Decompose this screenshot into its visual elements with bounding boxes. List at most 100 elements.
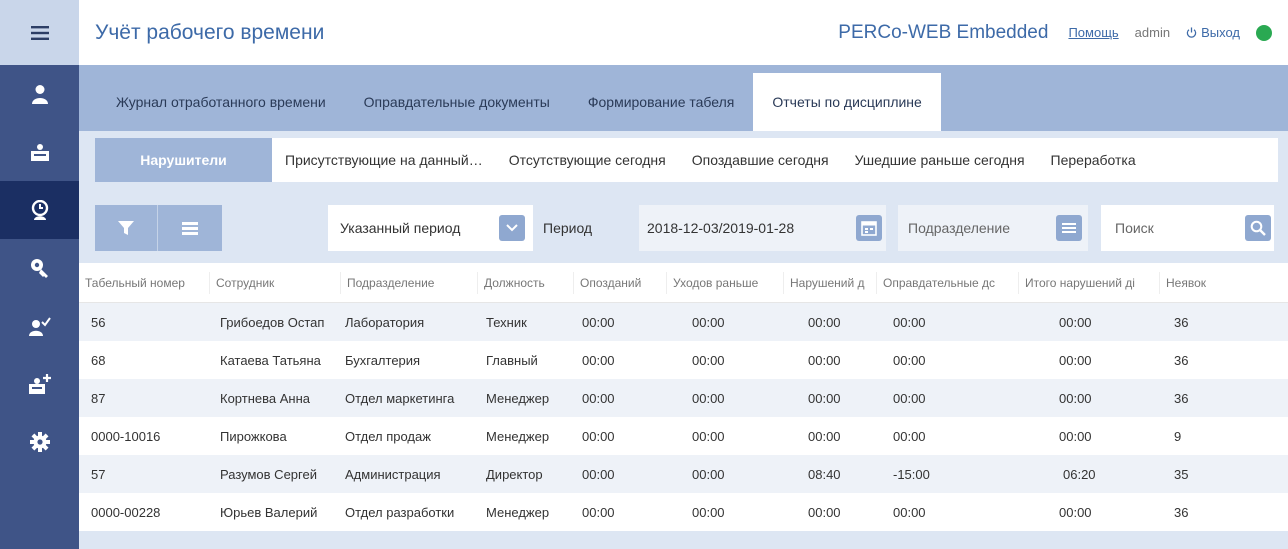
logout-button[interactable]: Выход <box>1186 25 1240 40</box>
subtab-left-early-today[interactable]: Ушедшие раньше сегодня <box>842 138 1038 182</box>
table-row[interactable]: 56 Грибоедов Остап Лаборатория Техник 00… <box>79 303 1288 341</box>
card-add-icon <box>28 374 51 394</box>
tab-justification-docs[interactable]: Оправдательные документы <box>345 73 569 131</box>
calendar-icon <box>861 221 877 236</box>
cell-absences: 9 <box>1174 428 1182 444</box>
subtab-overtime[interactable]: Переработка <box>1038 138 1149 182</box>
period-date-field[interactable]: 2018-12-03/2019-01-28 <box>639 205 886 251</box>
page-title: Учёт рабочего времени <box>95 20 325 44</box>
table-body: 56 Грибоедов Остап Лаборатория Техник 00… <box>79 303 1288 531</box>
cell-late: 00:00 <box>582 314 615 330</box>
department-list-button[interactable] <box>1056 215 1082 241</box>
sidebar <box>0 0 79 549</box>
list-icon <box>181 222 198 235</box>
subtab-violators[interactable]: Нарушители <box>95 138 272 182</box>
column-header[interactable]: Должность <box>478 271 574 294</box>
cell-late: 00:00 <box>582 504 615 520</box>
menu-button[interactable] <box>0 0 79 65</box>
column-header[interactable]: Табельный номер <box>79 271 210 294</box>
search-field[interactable]: Поиск <box>1101 205 1274 251</box>
cell-violations: 00:00 <box>808 352 841 368</box>
cell-left-early: 00:00 <box>692 466 725 482</box>
table-row[interactable]: 68 Катаева Татьяна Бухгалтерия Главный 0… <box>79 341 1288 379</box>
period-label: Период <box>543 220 593 236</box>
status-indicator <box>1256 24 1272 41</box>
cell-justification: 00:00 <box>893 428 926 444</box>
power-icon <box>1186 27 1197 38</box>
cell-position: Главный <box>486 352 538 368</box>
sidebar-item-access[interactable] <box>0 239 79 297</box>
column-header[interactable]: Сотрудник <box>210 271 341 294</box>
sidebar-item-staff[interactable] <box>0 65 79 123</box>
cell-personnel-number: 0000-10016 <box>91 428 161 444</box>
sidebar-item-registration[interactable] <box>0 355 79 413</box>
menu-icon <box>30 25 49 40</box>
cell-late: 00:00 <box>582 466 615 482</box>
cell-violations: 00:00 <box>808 390 841 406</box>
table-row[interactable]: 87 Кортнева Анна Отдел маркетинга Менедж… <box>79 379 1288 417</box>
column-header[interactable]: Оправдательные дс <box>877 271 1019 294</box>
help-link[interactable]: Помощь <box>1068 25 1118 40</box>
column-header[interactable]: Подразделение <box>341 271 478 294</box>
table-row[interactable]: 57 Разумов Сергей Администрация Директор… <box>79 455 1288 493</box>
tab-discipline-reports[interactable]: Отчеты по дисциплине <box>753 73 941 131</box>
cell-left-early: 00:00 <box>692 314 725 330</box>
cell-department: Администрация <box>345 466 441 482</box>
search-button[interactable] <box>1245 215 1271 241</box>
subtab-late-today[interactable]: Опоздавшие сегодня <box>679 138 842 182</box>
subtab-present-now[interactable]: Присутствующие на данный… <box>272 138 496 182</box>
violators-table: Табельный номер Сотрудник Подразделение … <box>79 263 1288 531</box>
column-header[interactable]: Неявок <box>1160 272 1208 294</box>
period-select[interactable]: Указанный период <box>328 205 533 251</box>
tab-bar: Журнал отработанного времени Оправдатель… <box>79 65 1288 131</box>
cell-absences: 36 <box>1174 314 1189 330</box>
cell-late: 00:00 <box>582 428 615 444</box>
key-icon <box>30 259 48 278</box>
table-header: Табельный номер Сотрудник Подразделение … <box>79 263 1288 303</box>
department-field[interactable]: Подразделение <box>898 205 1088 251</box>
column-header[interactable]: Уходов раньше <box>667 271 784 294</box>
cell-employee: Юрьев Валерий <box>220 504 318 520</box>
subtab-bar: Нарушители Присутствующие на данный… Отс… <box>95 138 1278 182</box>
sidebar-item-time-tracking[interactable] <box>0 181 79 239</box>
period-dropdown-button[interactable] <box>499 215 525 241</box>
tab-timesheet[interactable]: Формирование табеля <box>569 73 754 131</box>
table-row[interactable]: 0000-00228 Юрьев Валерий Отдел разработк… <box>79 493 1288 531</box>
filter-button[interactable] <box>95 205 158 251</box>
cell-late: 00:00 <box>582 390 615 406</box>
subtab-absent-today[interactable]: Отсутствующие сегодня <box>496 138 679 182</box>
department-placeholder: Подразделение <box>908 220 1011 236</box>
brand-name: PERCo-WEB Embedded <box>838 21 1049 43</box>
cell-position: Техник <box>486 314 527 330</box>
sidebar-item-settings[interactable] <box>0 413 79 471</box>
cell-total-violations: 00:00 <box>1059 504 1092 520</box>
columns-button[interactable] <box>158 205 221 251</box>
column-header[interactable]: Опозданий <box>574 271 667 294</box>
cell-personnel-number: 56 <box>91 314 106 330</box>
cell-justification: 00:00 <box>893 390 926 406</box>
cell-department: Отдел маркетинга <box>345 390 455 406</box>
sidebar-item-cards[interactable] <box>0 123 79 181</box>
cell-total-violations: 00:00 <box>1059 314 1092 330</box>
cell-absences: 35 <box>1174 466 1189 482</box>
sidebar-item-verification[interactable] <box>0 297 79 355</box>
cell-left-early: 00:00 <box>692 390 725 406</box>
period-select-value: Указанный период <box>340 220 461 236</box>
column-header[interactable]: Нарушений д <box>784 271 877 294</box>
cell-left-early: 00:00 <box>692 352 725 368</box>
search-input[interactable]: Поиск <box>1115 220 1245 236</box>
cell-violations: 08:40 <box>808 466 841 482</box>
calendar-button[interactable] <box>856 215 882 241</box>
person-icon <box>31 85 48 104</box>
table-row[interactable]: 0000-10016 Пирожкова Отдел продаж Менедж… <box>79 417 1288 455</box>
cell-department: Бухгалтерия <box>345 352 421 368</box>
cell-employee: Кортнева Анна <box>220 390 310 406</box>
cell-late: 00:00 <box>582 352 615 368</box>
cell-left-early: 00:00 <box>692 428 725 444</box>
cell-justification: 00:00 <box>893 314 926 330</box>
gear-icon <box>29 432 50 452</box>
user-name: admin <box>1134 25 1171 40</box>
tab-worktime-journal[interactable]: Журнал отработанного времени <box>97 73 345 131</box>
cell-department: Отдел продаж <box>345 428 431 444</box>
column-header[interactable]: Итого нарушений ді <box>1019 271 1160 294</box>
